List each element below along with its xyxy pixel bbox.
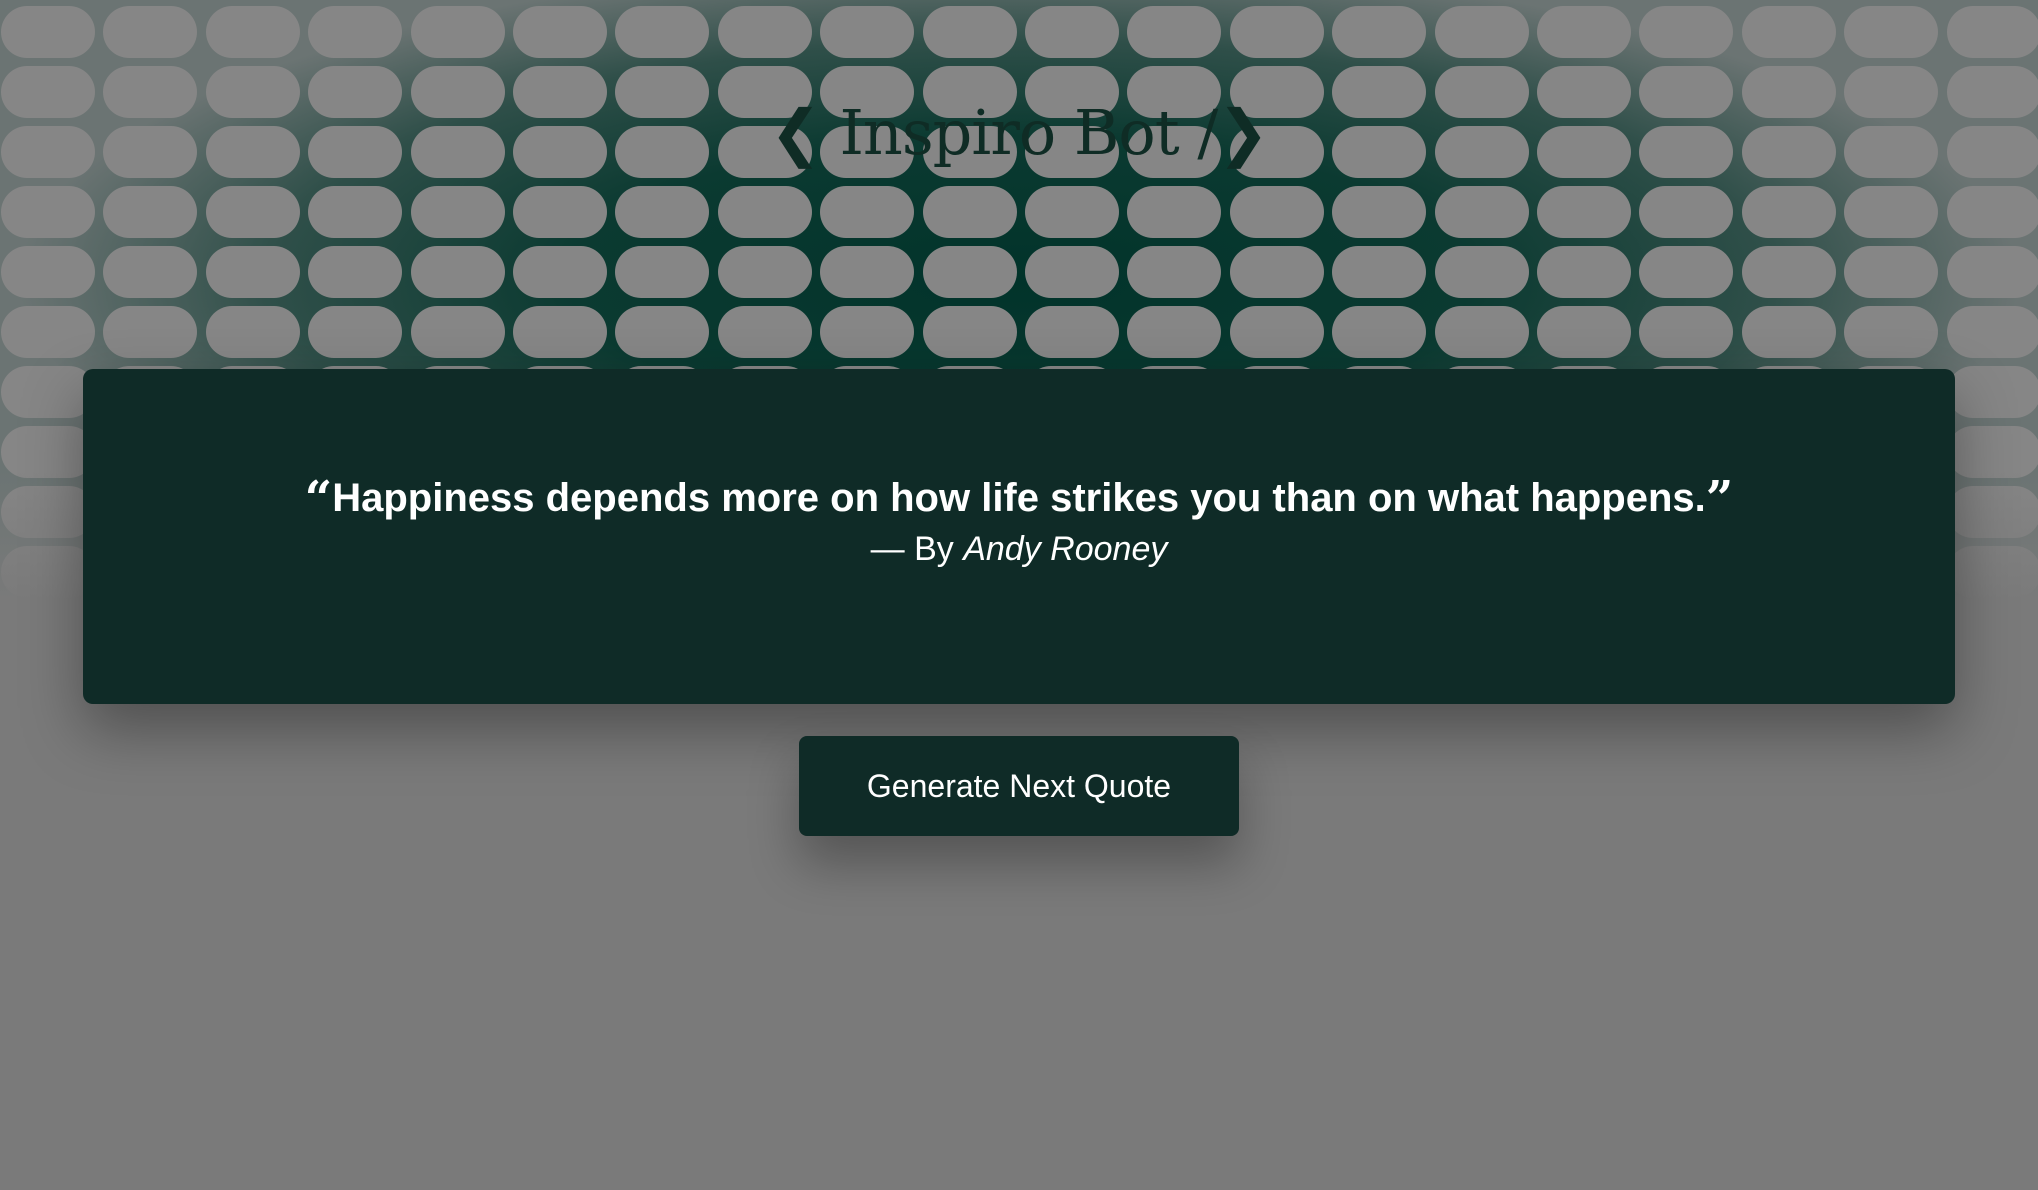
pattern-pill: [1229, 306, 1324, 358]
pattern-pill: [1, 246, 95, 298]
pattern-pill: [922, 246, 1017, 298]
pattern-pill: [1844, 306, 1939, 358]
pattern-pill: [1, 546, 95, 598]
pattern-pill: [513, 6, 607, 58]
pattern-pill: [1, 426, 95, 478]
open-quote-icon: “: [304, 471, 333, 527]
pattern-pill: [1025, 246, 1119, 298]
pattern-pill: [1434, 246, 1529, 298]
pattern-pill: [820, 6, 915, 58]
pattern-pill: [1741, 306, 1836, 358]
pattern-pill: [205, 246, 300, 298]
pattern-pill: [1, 186, 95, 238]
pattern-pill: [103, 6, 198, 58]
pattern-pill: [1229, 186, 1324, 238]
pattern-pill: [1639, 306, 1734, 358]
pattern-pill: [717, 186, 812, 238]
pattern-pill: [1537, 186, 1631, 238]
pattern-pill: [1639, 186, 1734, 238]
pattern-pill: [1025, 6, 1119, 58]
pattern-pill: [1127, 306, 1222, 358]
pattern-pill: [1946, 486, 2038, 538]
pattern-pill: [1229, 246, 1324, 298]
pattern-pill: [615, 6, 710, 58]
pattern-pill: [1741, 246, 1836, 298]
pattern-pill: [1946, 426, 2038, 478]
pattern-pill: [1946, 306, 2038, 358]
pattern-pill: [513, 306, 607, 358]
pattern-pill: [410, 6, 505, 58]
close-quote-icon: ”: [1705, 471, 1734, 527]
pattern-pill: [103, 246, 198, 298]
pattern-pill: [1946, 246, 2038, 298]
pattern-pill: [1, 6, 95, 58]
pattern-pill: [820, 186, 915, 238]
pattern-pill: [410, 306, 505, 358]
pattern-pill: [1946, 366, 2038, 418]
pattern-pill: [922, 306, 1017, 358]
pattern-pill: [205, 186, 300, 238]
pattern-pill: [308, 246, 403, 298]
pattern-pill: [1946, 546, 2038, 598]
pattern-pill: [1946, 186, 2038, 238]
pattern-pill: [1127, 6, 1222, 58]
pattern-pill: [1639, 246, 1734, 298]
pattern-pill: [1, 366, 95, 418]
pattern-pill: [513, 186, 607, 238]
pattern-pill: [820, 306, 915, 358]
pattern-pill: [1434, 6, 1529, 58]
pattern-pill: [1844, 246, 1939, 298]
quote-text: Happiness depends more on how life strik…: [332, 476, 1706, 520]
pattern-pill: [1844, 186, 1939, 238]
quote-card: “Happiness depends more on how life stri…: [83, 369, 1955, 704]
pattern-pill: [1537, 246, 1631, 298]
pattern-pill: [717, 246, 812, 298]
pattern-pill: [205, 6, 300, 58]
pattern-pill: [1332, 186, 1427, 238]
pattern-pill: [1, 306, 95, 358]
pattern-pill: [922, 6, 1017, 58]
pattern-pill: [1537, 306, 1631, 358]
pattern-pill: [1537, 6, 1631, 58]
pattern-pill: [615, 186, 710, 238]
pattern-pill: [1844, 6, 1939, 58]
author-name: Andy Rooney: [963, 530, 1168, 568]
pattern-pill: [820, 246, 915, 298]
pattern-pill: [1434, 306, 1529, 358]
pattern-pill: [103, 186, 198, 238]
pattern-pill: [615, 246, 710, 298]
pattern-pill: [1946, 6, 2038, 58]
pattern-pill: [922, 186, 1017, 238]
pattern-pill: [1332, 306, 1427, 358]
pattern-pill: [513, 246, 607, 298]
pattern-pill: [1025, 306, 1119, 358]
pattern-pill: [308, 6, 403, 58]
pattern-pill: [1332, 246, 1427, 298]
app-title: ❮ Inspiro Bot /❯: [769, 96, 1269, 169]
pattern-pill: [410, 246, 505, 298]
pattern-pill: [1, 486, 95, 538]
pattern-pill: [1741, 6, 1836, 58]
pattern-pill: [1127, 186, 1222, 238]
pattern-pill: [308, 186, 403, 238]
pattern-pill: [1127, 246, 1222, 298]
pattern-pill: [103, 306, 198, 358]
pattern-pill: [1434, 186, 1529, 238]
pattern-pill: [308, 306, 403, 358]
quote-author-line: — By Andy Rooney: [83, 530, 1955, 569]
pattern-pill: [1229, 6, 1324, 58]
pattern-pill: [410, 186, 505, 238]
pattern-pill: [1741, 186, 1836, 238]
pattern-pill: [1025, 186, 1119, 238]
pattern-pill: [615, 306, 710, 358]
pattern-pill: [1332, 6, 1427, 58]
pattern-pill: [717, 6, 812, 58]
author-prefix: — By: [870, 530, 954, 568]
quote-text-line: “Happiness depends more on how life stri…: [83, 471, 1955, 527]
generate-next-quote-button[interactable]: Generate Next Quote: [799, 736, 1239, 836]
pattern-pill: [717, 306, 812, 358]
pattern-pill: [205, 306, 300, 358]
pattern-pill: [1639, 6, 1734, 58]
